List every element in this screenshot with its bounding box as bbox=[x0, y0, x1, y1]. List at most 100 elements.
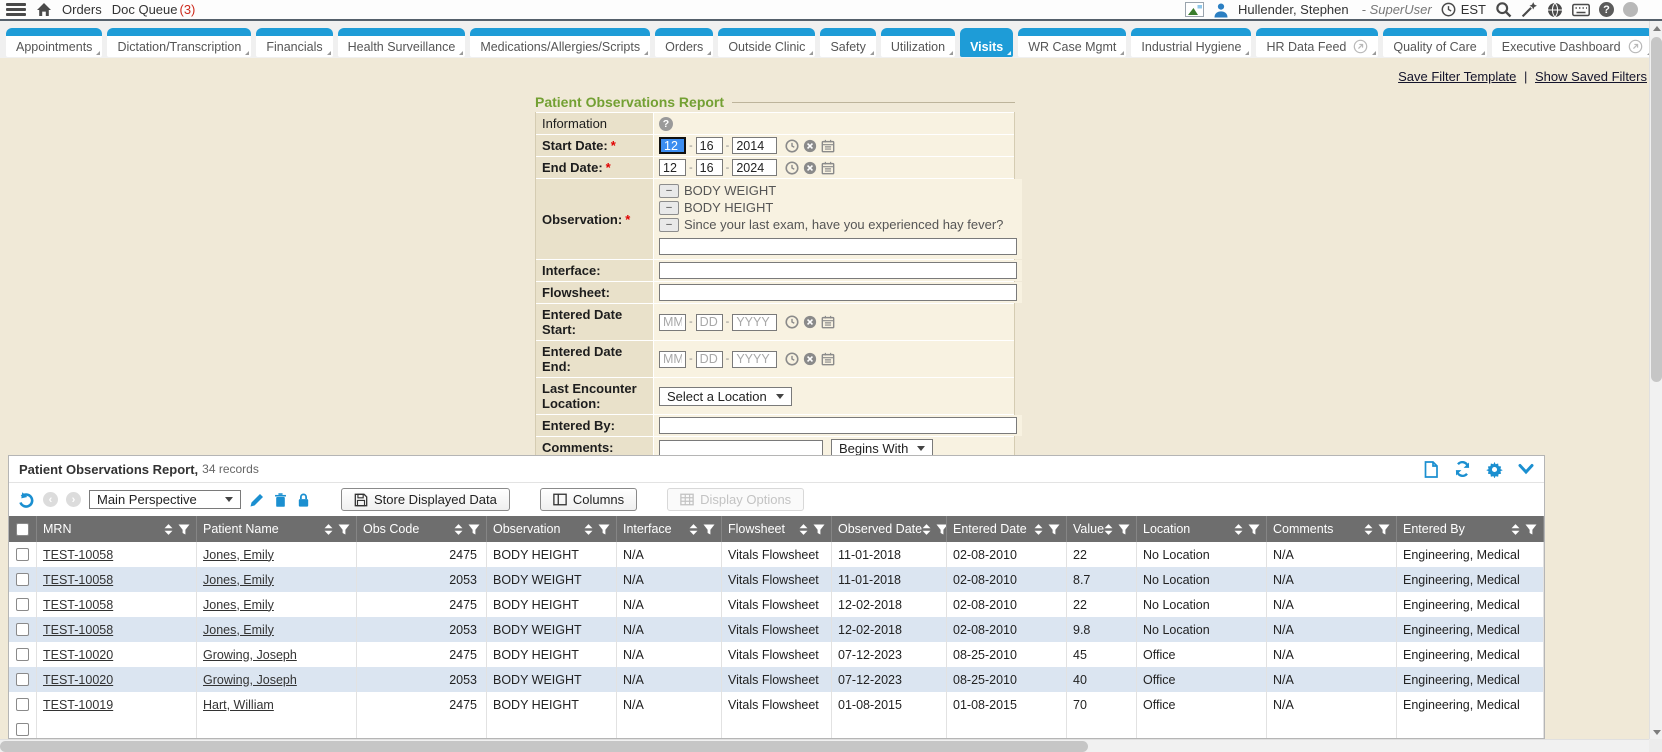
filter-funnel-icon[interactable] bbox=[936, 524, 947, 535]
breadcrumb-orders[interactable]: Orders bbox=[62, 2, 102, 17]
mrn-link[interactable]: TEST-10058 bbox=[43, 573, 113, 587]
start-date-time-icon[interactable] bbox=[785, 139, 799, 153]
undo-icon[interactable] bbox=[17, 491, 35, 508]
sort-icon[interactable] bbox=[164, 524, 173, 535]
tab-orders[interactable]: Orders bbox=[655, 28, 713, 57]
remove-observation-button[interactable]: – bbox=[659, 201, 679, 215]
perspective-select[interactable]: Main Perspective bbox=[89, 490, 241, 509]
columns-button[interactable]: Columns bbox=[540, 488, 637, 511]
sort-icon[interactable] bbox=[922, 524, 931, 535]
patient-name-link[interactable]: Jones, Emily bbox=[203, 598, 274, 612]
filter-funnel-icon[interactable] bbox=[338, 524, 350, 535]
entered-date-end-month-input[interactable] bbox=[659, 351, 686, 368]
mrn-link[interactable]: TEST-10058 bbox=[43, 548, 113, 562]
sort-icon[interactable] bbox=[1234, 524, 1243, 535]
filter-funnel-icon[interactable] bbox=[468, 524, 480, 535]
end-date-year-input[interactable] bbox=[732, 159, 777, 176]
entered-date-end-year-input[interactable] bbox=[732, 351, 777, 368]
tab-executive-dashboard[interactable]: Executive Dashboard bbox=[1492, 28, 1653, 57]
lock-icon[interactable] bbox=[296, 492, 311, 508]
mrn-link[interactable]: TEST-10020 bbox=[43, 673, 113, 687]
tab-health-surveillance[interactable]: Health Surveillance bbox=[338, 28, 466, 57]
wand-icon[interactable] bbox=[1521, 1, 1538, 18]
save-filter-template-link[interactable]: Save Filter Template bbox=[1398, 69, 1516, 84]
tab-appointments[interactable]: Appointments bbox=[6, 28, 102, 57]
new-document-icon[interactable] bbox=[1423, 461, 1439, 478]
entered-by-input[interactable] bbox=[659, 417, 1017, 434]
scroll-down-arrow[interactable] bbox=[1650, 725, 1662, 739]
sort-icon[interactable] bbox=[799, 524, 808, 535]
keyboard-icon[interactable] bbox=[1572, 3, 1590, 17]
patient-name-link[interactable]: Growing, Joseph bbox=[203, 648, 297, 662]
tab-quality-of-care[interactable]: Quality of Care bbox=[1383, 28, 1486, 57]
patient-name-link[interactable]: Jones, Emily bbox=[203, 623, 274, 637]
tab-outside-clinic[interactable]: Outside Clinic bbox=[718, 28, 815, 57]
search-icon[interactable] bbox=[1495, 1, 1512, 18]
entered-date-start-month-input[interactable] bbox=[659, 314, 686, 331]
end-date-month-input[interactable] bbox=[659, 159, 686, 176]
tab-hr-data-feed[interactable]: HR Data Feed bbox=[1256, 28, 1378, 57]
mrn-link[interactable]: TEST-10058 bbox=[43, 598, 113, 612]
start-date-year-input[interactable] bbox=[732, 137, 777, 154]
home-icon[interactable] bbox=[36, 2, 52, 17]
row-checkbox[interactable] bbox=[16, 623, 29, 636]
entered-date-start-time-icon[interactable] bbox=[785, 315, 799, 329]
interface-input[interactable] bbox=[659, 262, 1017, 279]
filter-funnel-icon[interactable] bbox=[1378, 524, 1390, 535]
globe-icon[interactable] bbox=[1547, 2, 1563, 18]
horizontal-scrollbar-thumb[interactable] bbox=[0, 741, 1088, 752]
select-all-checkbox[interactable] bbox=[16, 523, 29, 536]
last-encounter-location-select[interactable]: Select a Location bbox=[659, 387, 792, 406]
breadcrumb-doc-queue[interactable]: Doc Queue(3) bbox=[112, 2, 196, 17]
filter-funnel-icon[interactable] bbox=[813, 524, 825, 535]
start-date-calendar-icon[interactable] bbox=[821, 139, 835, 153]
tab-visits[interactable]: Visits bbox=[960, 28, 1013, 57]
filter-funnel-icon[interactable] bbox=[178, 524, 190, 535]
sort-icon[interactable] bbox=[454, 524, 463, 535]
mrn-link[interactable]: TEST-10058 bbox=[43, 623, 113, 637]
sort-icon[interactable] bbox=[689, 524, 698, 535]
sort-icon[interactable] bbox=[1034, 524, 1043, 535]
scroll-up-arrow[interactable] bbox=[1650, 21, 1662, 35]
collapse-chevron-icon[interactable] bbox=[1518, 463, 1534, 475]
start-date-clear-icon[interactable] bbox=[803, 139, 817, 153]
observation-search-input[interactable] bbox=[659, 238, 1017, 255]
delete-trash-icon[interactable] bbox=[273, 492, 288, 508]
start-date-month-input[interactable] bbox=[659, 137, 686, 154]
store-displayed-data-button[interactable]: Store Displayed Data bbox=[341, 488, 510, 511]
filter-funnel-icon[interactable] bbox=[1525, 524, 1537, 535]
row-checkbox[interactable] bbox=[16, 648, 29, 661]
image-thumbnail-icon[interactable] bbox=[1185, 2, 1204, 17]
sort-icon[interactable] bbox=[1364, 524, 1373, 535]
entered-date-start-year-input[interactable] bbox=[732, 314, 777, 331]
flowsheet-input[interactable] bbox=[659, 284, 1017, 301]
end-date-calendar-icon[interactable] bbox=[821, 161, 835, 175]
avatar[interactable] bbox=[1623, 2, 1638, 17]
sort-icon[interactable] bbox=[1104, 524, 1113, 535]
entered-date-end-day-input[interactable] bbox=[696, 351, 723, 368]
row-checkbox[interactable] bbox=[16, 573, 29, 586]
tab-industrial-hygiene[interactable]: Industrial Hygiene bbox=[1131, 28, 1251, 57]
show-saved-filters-link[interactable]: Show Saved Filters bbox=[1535, 69, 1647, 84]
sort-icon[interactable] bbox=[1511, 524, 1520, 535]
end-date-day-input[interactable] bbox=[696, 159, 723, 176]
row-checkbox[interactable] bbox=[16, 698, 29, 711]
entered-date-start-clear-icon[interactable] bbox=[803, 315, 817, 329]
row-checkbox[interactable] bbox=[16, 673, 29, 686]
entered-date-end-calendar-icon[interactable] bbox=[821, 352, 835, 366]
tab-dictation-transcription[interactable]: Dictation/Transcription bbox=[107, 28, 251, 57]
refresh-icon[interactable] bbox=[1454, 461, 1471, 477]
patient-name-link[interactable]: Growing, Joseph bbox=[203, 673, 297, 687]
entered-date-end-time-icon[interactable] bbox=[785, 352, 799, 366]
tab-wr-case-mgmt[interactable]: WR Case Mgmt bbox=[1018, 28, 1126, 57]
gear-icon[interactable] bbox=[1486, 461, 1503, 478]
remove-observation-button[interactable]: – bbox=[659, 218, 679, 232]
mrn-link[interactable]: TEST-10020 bbox=[43, 648, 113, 662]
tab-financials[interactable]: Financials bbox=[256, 28, 332, 57]
remove-observation-button[interactable]: – bbox=[659, 184, 679, 198]
tab-safety[interactable]: Safety bbox=[820, 28, 875, 57]
end-date-time-icon[interactable] bbox=[785, 161, 799, 175]
mrn-link[interactable]: TEST-10019 bbox=[43, 698, 113, 712]
row-checkbox[interactable] bbox=[16, 598, 29, 611]
start-date-day-input[interactable] bbox=[696, 137, 723, 154]
